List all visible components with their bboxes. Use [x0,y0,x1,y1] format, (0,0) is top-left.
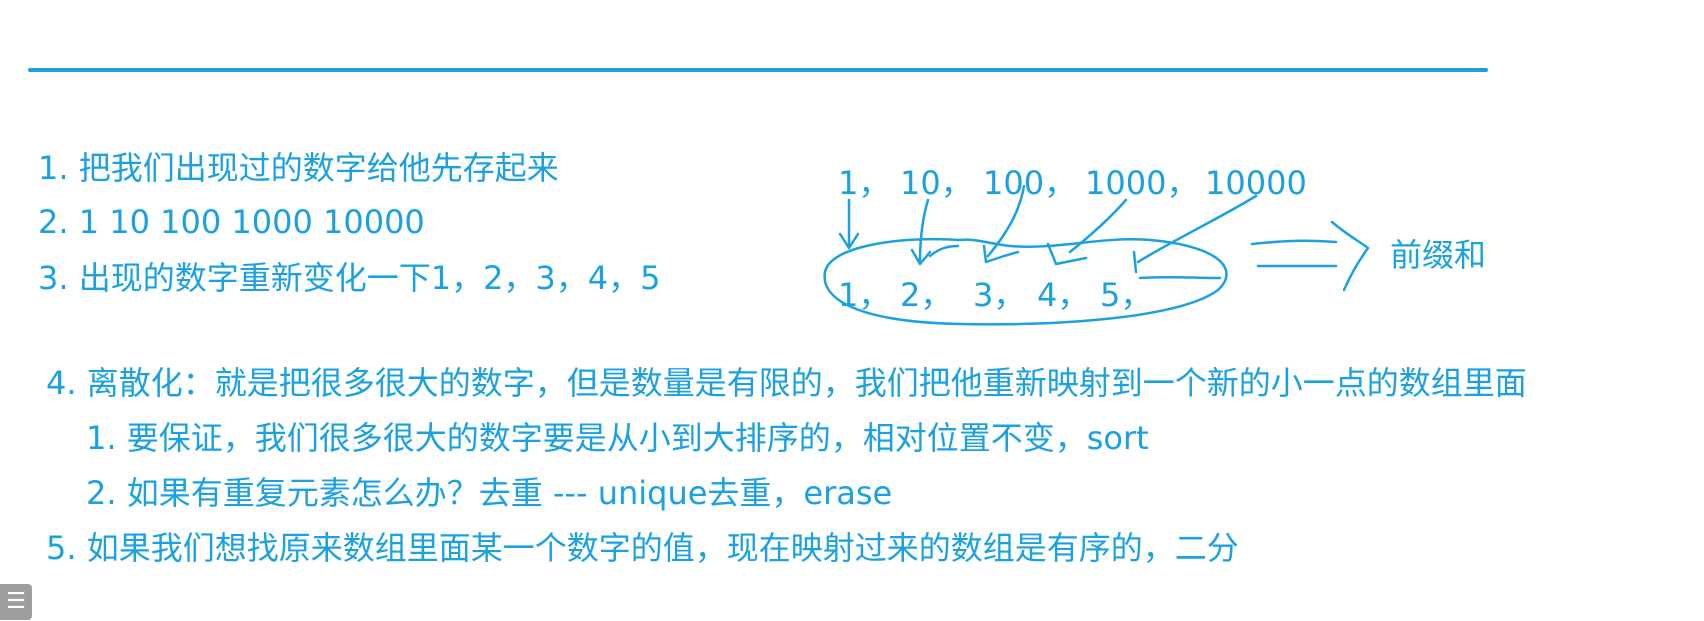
note-line-4-2: 2. 如果有重复元素怎么办？去重 --- unique去重，erase [86,474,893,512]
prefix-sum-label: 前缀和 [1390,236,1486,274]
title-underline [28,68,1488,72]
note-line-4-1: 1. 要保证，我们很多很大的数字要是从小到大排序的，相对位置不变，sort [86,419,1149,457]
mapping-arrow-3 [982,184,1026,264]
mapped-value-5: 5， [1100,276,1152,314]
note-line-3: 3. 出现的数字重新变化一下1，2，3，4，5 [38,259,661,297]
original-value-1: 1， [838,164,890,202]
table-of-contents-button[interactable]: ☰ [0,584,32,620]
mapping-arrow-5 [1132,194,1258,280]
list-icon: ☰ [6,589,26,614]
mapping-arrow-4 [1046,198,1128,266]
mapped-value-4: 4， [1037,276,1089,314]
mapped-value-3: 3， [973,276,1025,314]
mapped-values-loop [823,237,1228,326]
note-line-5: 5. 如果我们想找原来数组里面某一个数字的值，现在映射过来的数组是有序的，二分 [46,529,1239,567]
double-arrow-icon [1250,220,1370,292]
note-line-2: 2. 1 10 100 1000 10000 [38,203,425,241]
original-value-2: 10， [900,164,973,202]
original-value-3: 100， [983,164,1076,202]
note-line-4: 4. 离散化：就是把很多很大的数字，但是数量是有限的，我们把他重新映射到一个新的… [46,364,1527,402]
mapped-value-1: 1， [838,276,890,314]
original-value-5: 10000 [1205,164,1307,202]
mapping-arrow-1 [838,198,860,250]
note-page: 1. 把我们出现过的数字给他先存起来 2. 1 10 100 1000 1000… [0,0,1704,621]
mapping-arrow-2 [910,198,960,266]
original-value-4: 1000， [1085,164,1198,202]
note-line-1: 1. 把我们出现过的数字给他先存起来 [38,149,559,187]
mapped-value-2: 2， [900,276,952,314]
